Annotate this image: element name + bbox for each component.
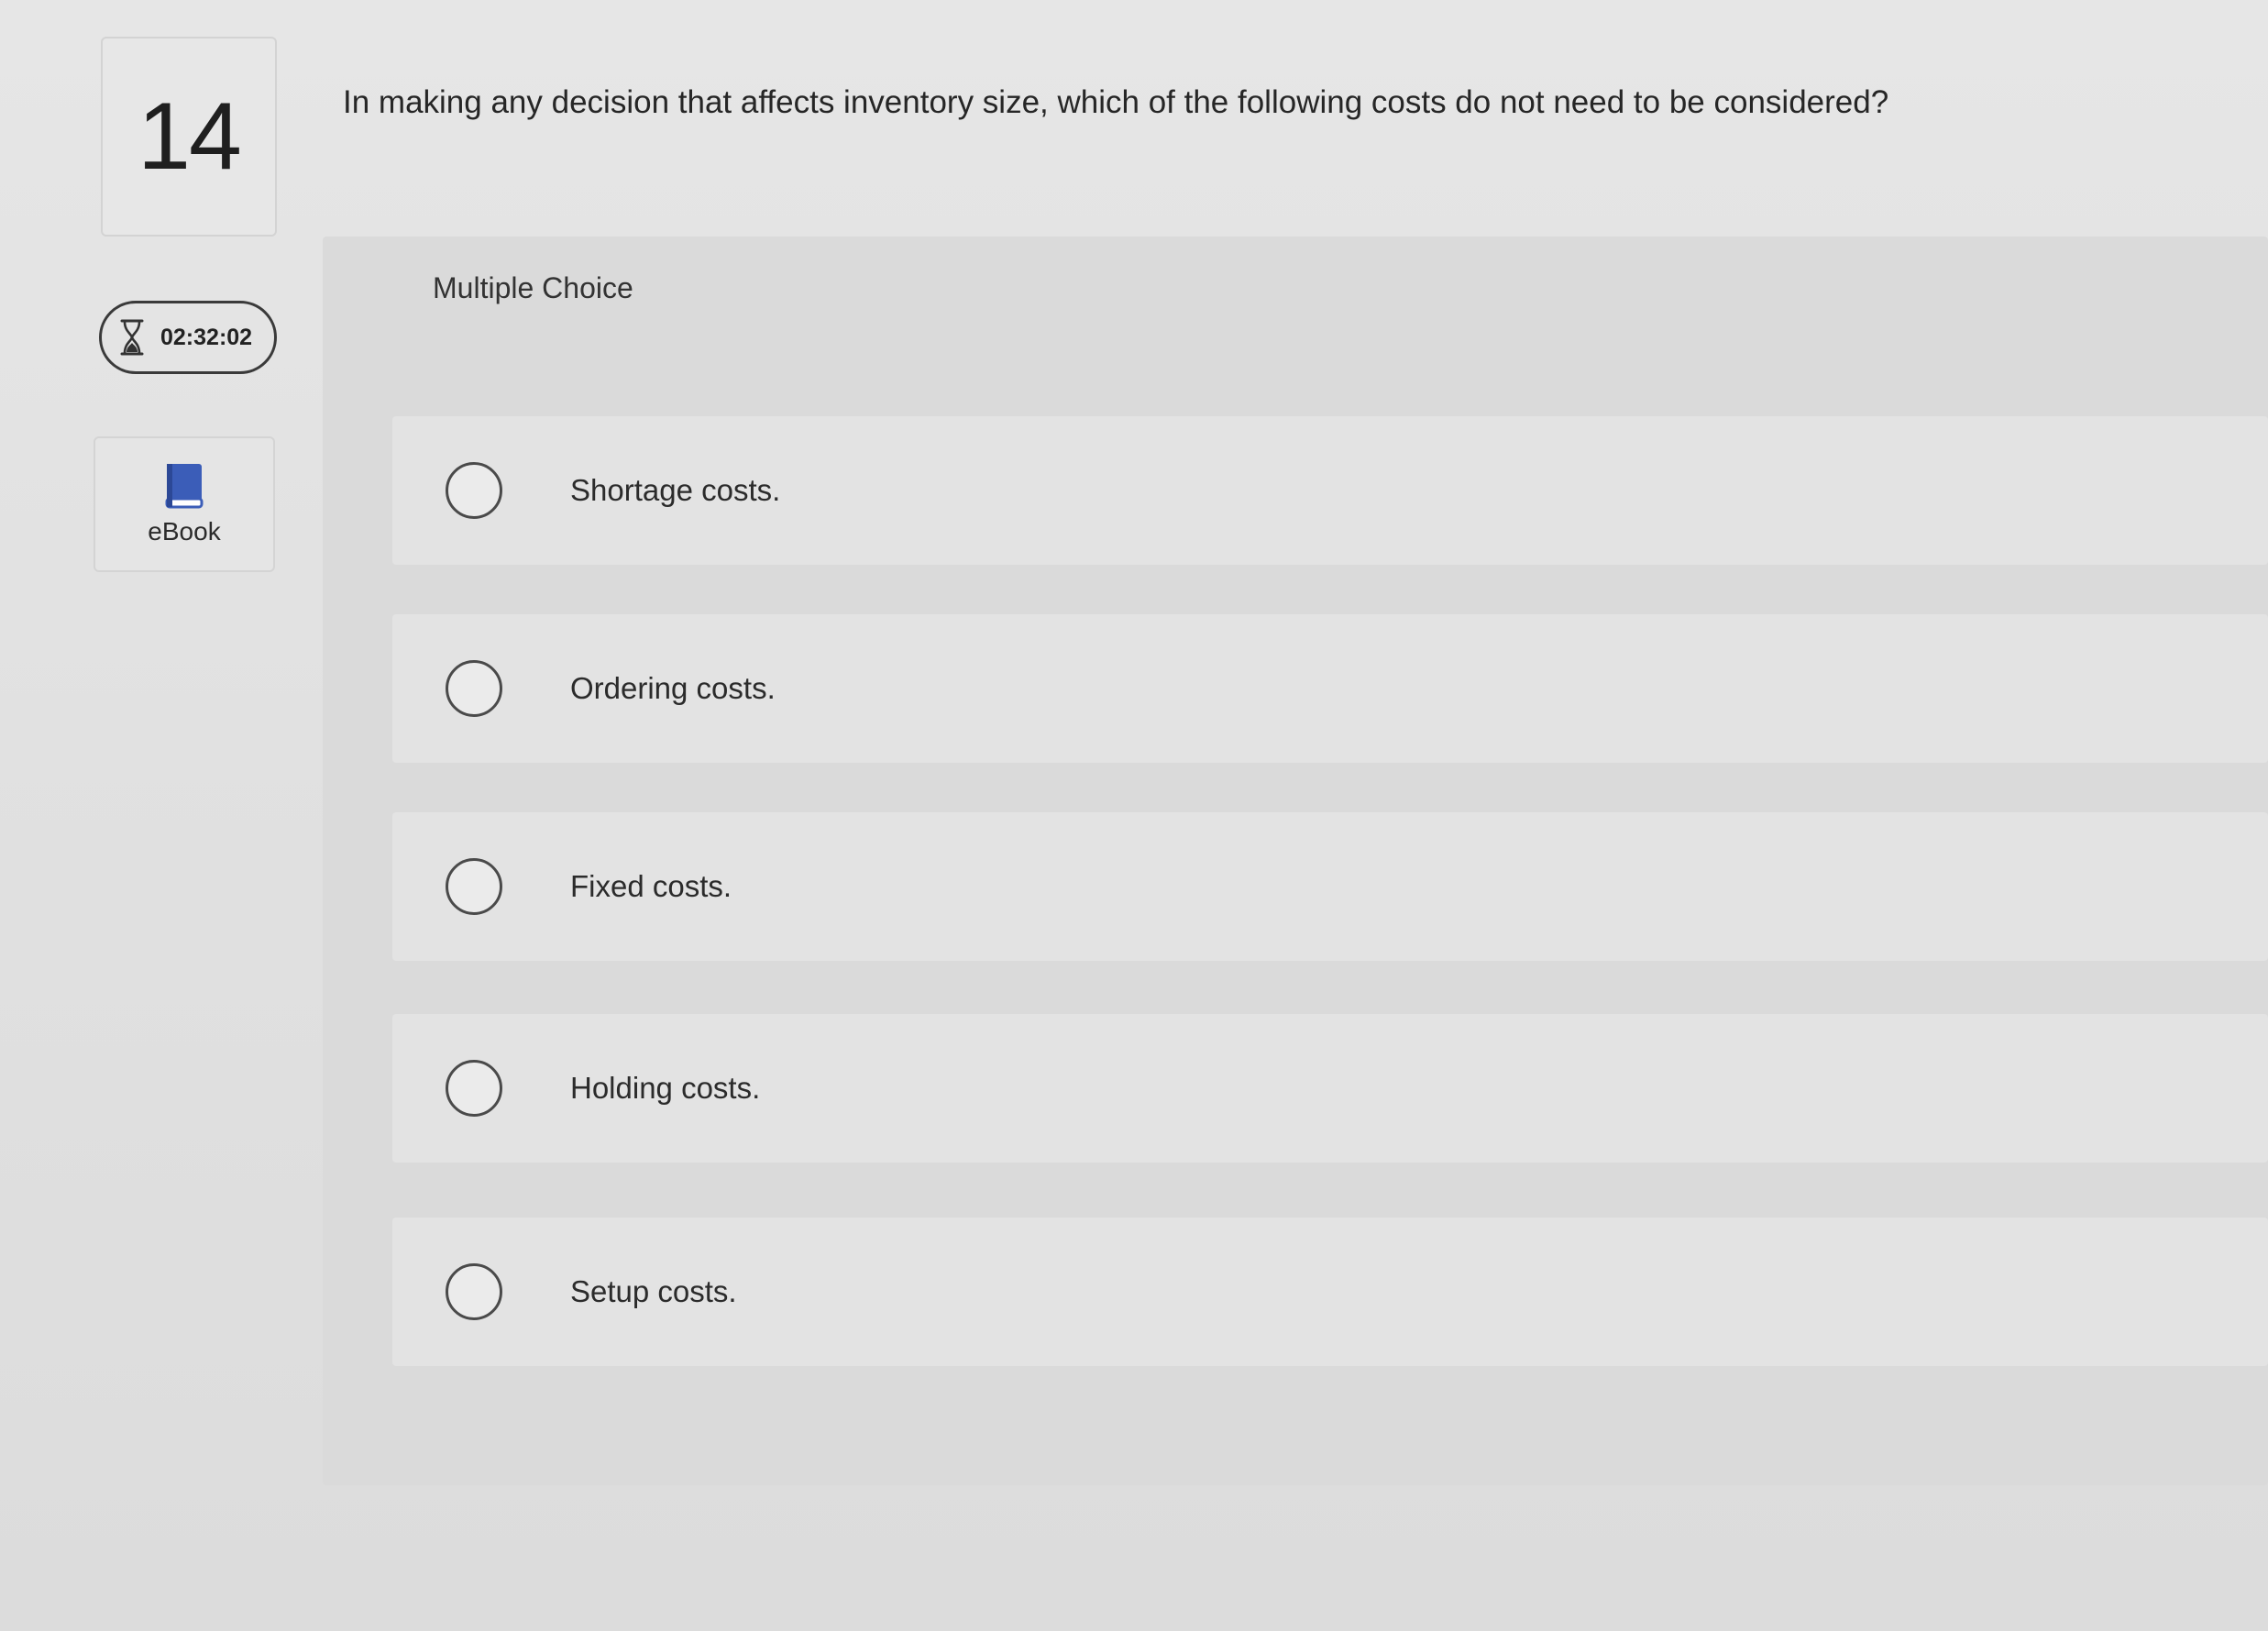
question-number: 14 bbox=[138, 83, 242, 190]
choice-label: Shortage costs. bbox=[570, 473, 781, 507]
radio-button[interactable] bbox=[446, 660, 502, 717]
ebook-label: eBook bbox=[148, 517, 221, 546]
book-icon bbox=[165, 464, 204, 509]
choice-option-5[interactable]: Setup costs. bbox=[392, 1218, 2268, 1366]
ebook-button[interactable]: eBook bbox=[94, 436, 275, 572]
choice-label: Ordering costs. bbox=[570, 671, 776, 705]
choice-option-1[interactable]: Shortage costs. bbox=[392, 416, 2268, 565]
choice-label: Holding costs. bbox=[570, 1071, 761, 1105]
question-type-label: Multiple Choice bbox=[433, 271, 633, 304]
radio-button[interactable] bbox=[446, 858, 502, 915]
radio-button[interactable] bbox=[446, 1060, 502, 1117]
radio-button[interactable] bbox=[446, 462, 502, 519]
choice-option-4[interactable]: Holding costs. bbox=[392, 1014, 2268, 1163]
choice-option-2[interactable]: Ordering costs. bbox=[392, 614, 2268, 763]
question-number-box: 14 bbox=[101, 37, 277, 237]
choice-label: Setup costs. bbox=[570, 1274, 737, 1308]
radio-button[interactable] bbox=[446, 1263, 502, 1320]
timer-badge[interactable]: 02:32:02 bbox=[99, 301, 277, 374]
question-text: In making any decision that affects inve… bbox=[343, 84, 1889, 120]
hourglass-icon bbox=[120, 319, 144, 356]
choice-label: Fixed costs. bbox=[570, 869, 732, 903]
timer-value: 02:32:02 bbox=[160, 324, 253, 350]
quiz-page: 14 02:32:02 eBook In making any decision… bbox=[0, 0, 2268, 1631]
answer-panel: Multiple Choice Shortage costs. Ordering… bbox=[323, 237, 2268, 1485]
choice-option-3[interactable]: Fixed costs. bbox=[392, 812, 2268, 961]
